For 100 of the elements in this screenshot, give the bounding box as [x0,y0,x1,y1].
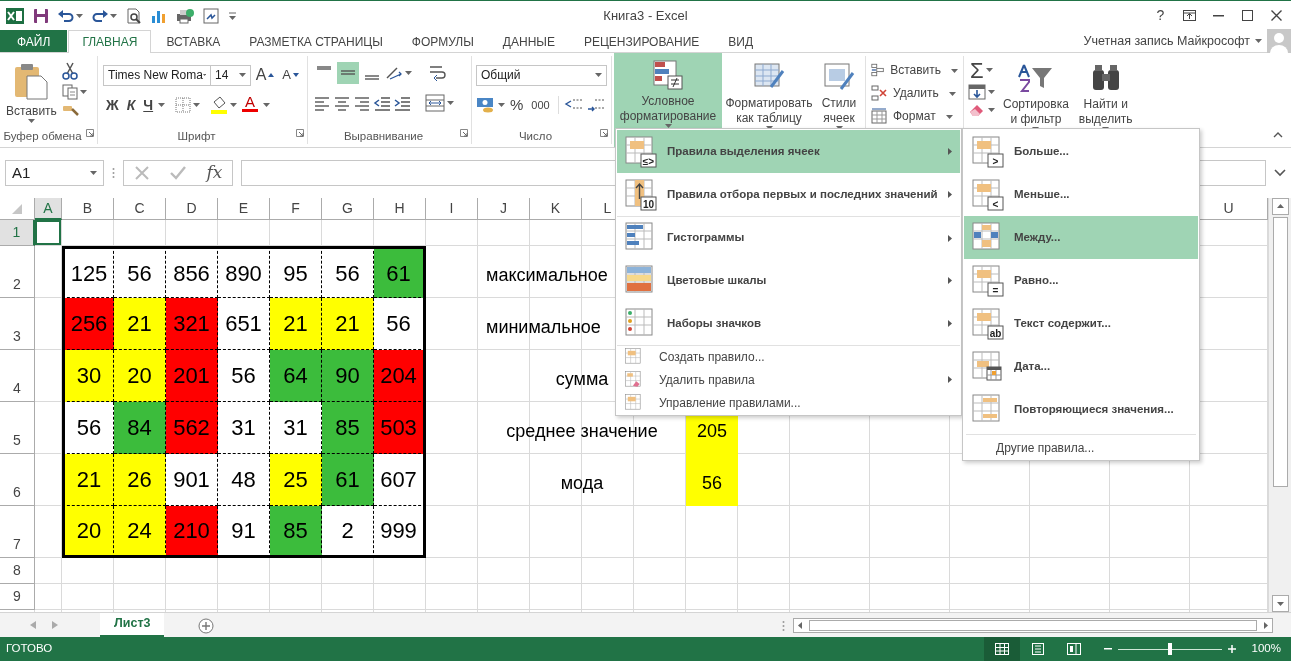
fill-color-icon[interactable] [210,96,229,114]
column-header[interactable]: E [218,198,270,220]
redo-icon[interactable] [92,8,108,23]
grow-font-button[interactable]: A [252,64,278,86]
ribbon-tab[interactable]: ФОРМУЛЫ [397,30,488,52]
help-button[interactable]: ? [1146,3,1175,28]
printer-icon[interactable] [176,7,194,24]
account-name[interactable]: Учетная запись Майкрософт [1083,31,1250,51]
file-tab[interactable]: ФАЙЛ [0,30,68,52]
ribbon-tab[interactable]: РАЗМЕТКА СТРАНИЦЫ [235,30,397,52]
merge-cells-icon[interactable] [425,94,445,112]
customize-toolbar-icon[interactable] [228,11,237,20]
zoom-slider[interactable] [1117,642,1222,656]
autosum-button[interactable]: Σ [968,58,995,82]
row-header[interactable]: 5 [0,402,35,454]
scroll-down-icon[interactable] [1271,595,1289,612]
slider-thumb[interactable] [1167,643,1172,655]
row-header[interactable]: 7 [0,506,35,558]
menu-item[interactable]: Удалить правила [617,368,960,391]
column-header[interactable]: C [114,198,166,220]
delete-cells-button[interactable]: Удалить [868,82,961,104]
menu-item[interactable]: = Равно... [964,259,1198,302]
ribbon-tab[interactable]: ГЛАВНАЯ [68,30,152,53]
fill-down-icon[interactable] [968,84,986,100]
font-name-field[interactable]: Times New Roma [103,64,211,86]
expand-formula-icon[interactable] [1274,169,1286,177]
copy-icon[interactable] [61,84,78,100]
collapse-ribbon-icon[interactable] [1273,131,1283,138]
scroll-thumb[interactable] [809,619,1258,631]
underline-button[interactable]: Ч [140,94,157,116]
column-header[interactable]: H [374,198,426,220]
name-box[interactable]: A1 [5,160,104,186]
number-format-field[interactable]: Общий [476,64,607,86]
sheet-tab[interactable]: Лист3 [100,612,165,637]
menu-item[interactable]: Цветовые шкалы [617,259,960,302]
align-center-icon[interactable] [333,95,351,111]
print-preview-icon[interactable] [126,7,142,24]
row-header[interactable]: 3 [0,298,35,350]
screen-clip-icon[interactable] [203,7,219,24]
dialog-launcher-icon[interactable] [460,128,468,137]
ribbon-tab[interactable]: РЕЦЕНЗИРОВАНИЕ [569,30,714,52]
row-header[interactable]: 8 [0,558,35,584]
add-sheet-icon[interactable] [198,617,215,634]
row-header[interactable]: 9 [0,584,35,610]
dialog-launcher-icon[interactable] [86,128,94,137]
wrap-text-icon[interactable] [428,64,448,83]
column-header[interactable]: B [62,198,114,220]
menu-item[interactable]: Гистограммы [617,216,960,259]
row-header[interactable]: 2 [0,246,35,298]
align-left-icon[interactable] [313,95,331,111]
column-header[interactable]: J [478,198,530,220]
row-header[interactable]: 4 [0,350,35,402]
zoom-in-icon[interactable] [1227,645,1236,653]
insert-cells-button[interactable]: Вставить [868,59,961,81]
menu-item[interactable]: ≤> Правила выделения ячеек [617,130,960,173]
decrease-decimal-icon[interactable] [585,96,606,114]
column-header[interactable]: I [426,198,478,220]
font-color-button[interactable]: A [239,94,262,116]
undo-icon[interactable] [58,8,74,23]
column-header[interactable]: K [530,198,582,220]
scroll-thumb[interactable] [1272,217,1288,487]
view-button[interactable] [983,637,1020,661]
menu-item[interactable]: Между... [964,216,1198,259]
orientation-icon[interactable] [385,65,403,81]
ribbon-tab[interactable]: ВСТАВКА [152,30,235,52]
currency-icon[interactable] [476,96,496,114]
menu-item[interactable]: ab Текст содержит... [964,302,1198,345]
percent-button[interactable]: % [507,94,527,116]
selected-cell[interactable] [35,220,62,246]
scroll-up-icon[interactable] [1271,198,1289,215]
ribbon-tab[interactable]: ДАННЫЕ [488,30,569,52]
menu-item[interactable]: Другие правила... [964,436,1198,459]
zoom-out-icon[interactable] [1103,648,1112,651]
column-header[interactable]: D [166,198,218,220]
dialog-launcher-icon[interactable] [600,128,608,137]
align-right-icon[interactable] [353,95,371,111]
bold-button[interactable]: Ж [103,94,122,116]
menu-item[interactable]: Создать правило... [617,345,960,368]
insert-function-button[interactable]: fx [206,160,223,186]
column-header[interactable]: F [270,198,322,220]
increase-indent-icon[interactable] [393,95,411,111]
eraser-icon[interactable] [968,102,986,118]
cut-icon[interactable] [61,62,78,80]
column-header[interactable]: A [35,198,62,220]
column-header[interactable]: G [322,198,374,220]
shrink-font-button[interactable]: A [279,64,302,86]
zoom-level[interactable]: 100% [1251,640,1281,658]
italic-button[interactable]: К [123,94,139,116]
decrease-indent-icon[interactable] [373,95,391,111]
menu-item[interactable]: Наборы значков [617,302,960,345]
font-size-field[interactable]: 14 [210,64,251,86]
ribbon-tab[interactable]: ВИД [714,30,768,52]
format-cells-button[interactable]: Формат [868,105,961,127]
row-header[interactable]: 1 [0,220,35,246]
paste-button[interactable]: Вставить [4,60,59,128]
thousands-separator-button[interactable]: 000 [528,94,553,116]
dialog-launcher-icon[interactable] [296,128,304,137]
row-header[interactable]: 6 [0,454,35,506]
menu-item[interactable]: Повторяющиеся значения... [964,388,1198,431]
menu-item[interactable]: Дата... [964,345,1198,388]
